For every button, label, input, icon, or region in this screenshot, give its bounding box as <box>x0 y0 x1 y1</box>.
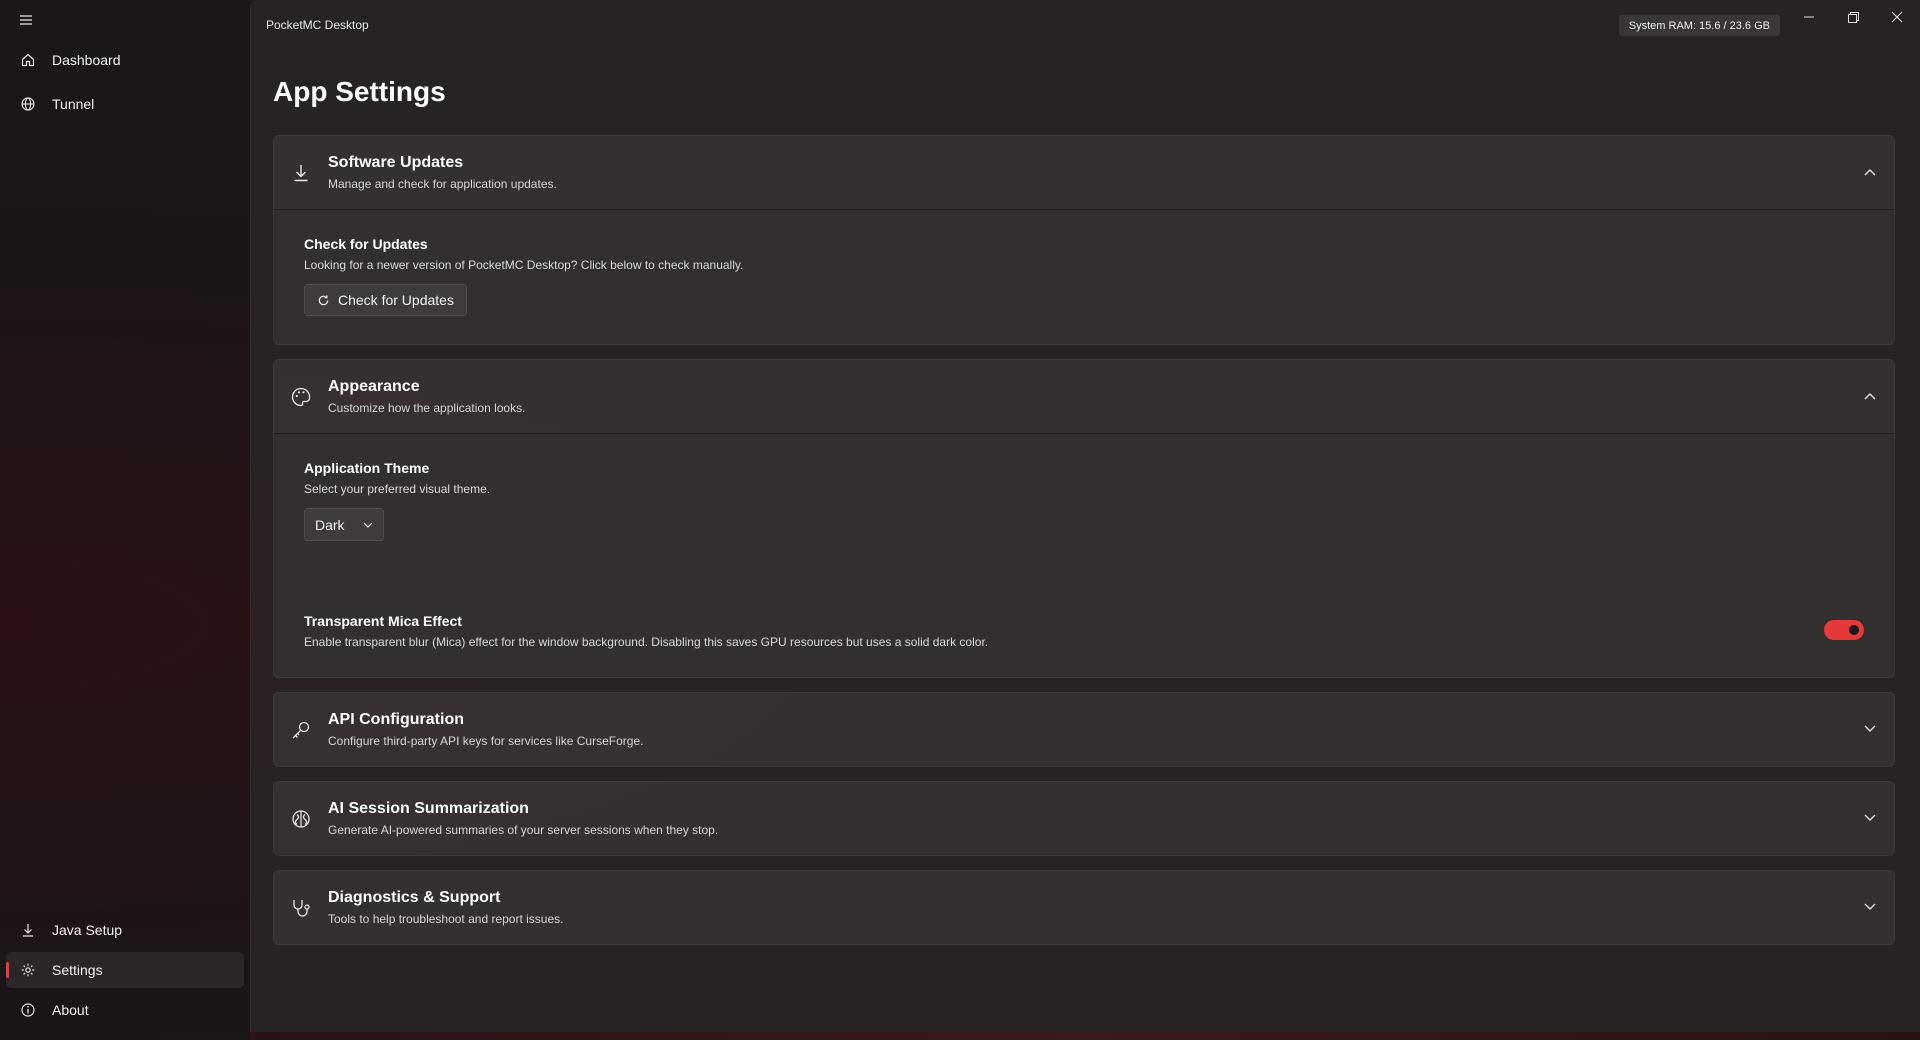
app-title: PocketMC Desktop <box>266 18 369 32</box>
toggle-knob <box>1849 625 1859 635</box>
theme-select[interactable]: Dark <box>304 508 384 541</box>
section-subtitle: Tools to help troubleshoot and report is… <box>328 912 564 926</box>
api-configuration-header[interactable]: API Configuration Configure third-party … <box>274 693 1894 766</box>
mica-setting-row: Transparent Mica Effect Enable transpare… <box>304 613 1864 649</box>
chevron-down-icon[interactable] <box>1860 808 1880 828</box>
section-title: API Configuration <box>328 711 464 728</box>
section-subtitle: Generate AI-powered summaries of your se… <box>328 823 719 837</box>
palette-icon <box>290 386 312 408</box>
chevron-down-icon[interactable] <box>1860 719 1880 739</box>
setting-title: Application Theme <box>304 460 430 476</box>
stethoscope-icon <box>290 897 312 919</box>
sidebar-item-tunnel[interactable]: Tunnel <box>6 86 244 122</box>
appearance-card: Appearance Customize how the application… <box>273 359 1895 678</box>
download-icon <box>18 920 38 940</box>
hamburger-menu-button[interactable] <box>6 2 46 38</box>
chevron-down-icon[interactable] <box>1860 897 1880 917</box>
chevron-down-icon <box>363 522 373 528</box>
mica-toggle[interactable] <box>1824 620 1864 640</box>
gear-icon <box>18 960 38 980</box>
hamburger-icon <box>20 15 32 25</box>
settings-list: Software Updates Manage and check for ap… <box>273 135 1895 959</box>
sidebar-item-settings[interactable]: Settings <box>6 952 244 988</box>
close-button[interactable] <box>1878 4 1916 30</box>
software-updates-header[interactable]: Software Updates Manage and check for ap… <box>274 136 1894 209</box>
appearance-body: Application Theme Select your preferred … <box>274 433 1894 677</box>
sidebar: Dashboard Tunnel Java Setup Settings Abo… <box>0 0 250 1040</box>
minimize-button[interactable] <box>1790 4 1828 30</box>
setting-description: Enable transparent blur (Mica) effect fo… <box>304 635 989 649</box>
sidebar-item-label: Java Setup <box>52 922 123 938</box>
api-configuration-card: API Configuration Configure third-party … <box>273 692 1895 767</box>
chevron-up-icon[interactable] <box>1860 386 1880 406</box>
section-subtitle: Manage and check for application updates… <box>328 177 557 191</box>
diagnostics-header[interactable]: Diagnostics & Support Tools to help trou… <box>274 871 1894 944</box>
section-title: Diagnostics & Support <box>328 889 501 906</box>
appearance-header[interactable]: Appearance Customize how the application… <box>274 360 1894 433</box>
info-icon <box>18 1000 38 1020</box>
software-updates-card: Software Updates Manage and check for ap… <box>273 135 1895 345</box>
section-title: Software Updates <box>328 154 464 171</box>
download-icon <box>290 162 312 184</box>
home-icon <box>18 50 38 70</box>
diagnostics-card: Diagnostics & Support Tools to help trou… <box>273 870 1895 945</box>
sidebar-item-label: Tunnel <box>52 96 95 112</box>
minimize-icon <box>1804 16 1814 18</box>
button-label: Check for Updates <box>338 292 454 308</box>
ram-badge: System RAM: 15.6 / 23.6 GB <box>1618 15 1780 36</box>
setting-description: Looking for a newer version of PocketMC … <box>304 258 744 272</box>
key-icon <box>290 719 312 741</box>
theme-select-value: Dark <box>315 516 345 533</box>
content-area: PocketMC Desktop System RAM: 15.6 / 23.6… <box>250 0 1920 1032</box>
close-icon <box>1891 11 1903 23</box>
sidebar-item-label: Dashboard <box>52 52 121 68</box>
title-bar: PocketMC Desktop System RAM: 15.6 / 23.6… <box>251 0 1920 50</box>
page-title: App Settings <box>273 76 446 107</box>
restore-icon <box>1847 11 1859 23</box>
section-subtitle: Customize how the application looks. <box>328 401 526 415</box>
ai-summarization-card: AI Session Summarization Generate AI-pow… <box>273 781 1895 856</box>
sidebar-item-dashboard[interactable]: Dashboard <box>6 42 244 78</box>
setting-title: Transparent Mica Effect <box>304 613 462 629</box>
ai-summarization-header[interactable]: AI Session Summarization Generate AI-pow… <box>274 782 1894 855</box>
setting-title: Check for Updates <box>304 236 428 252</box>
sidebar-item-label: Settings <box>52 962 103 978</box>
check-for-updates-button[interactable]: Check for Updates <box>304 284 467 316</box>
globe-icon <box>18 94 38 114</box>
sidebar-item-java-setup[interactable]: Java Setup <box>6 912 244 948</box>
sidebar-item-about[interactable]: About <box>6 992 244 1028</box>
brain-icon <box>290 808 312 830</box>
chevron-up-icon[interactable] <box>1860 162 1880 182</box>
section-subtitle: Configure third-party API keys for servi… <box>328 734 644 748</box>
section-title: Appearance <box>328 378 420 395</box>
setting-description: Select your preferred visual theme. <box>304 482 491 496</box>
restore-button[interactable] <box>1834 4 1872 30</box>
section-title: AI Session Summarization <box>328 800 529 817</box>
refresh-icon <box>318 294 329 305</box>
software-updates-body: Check for Updates Looking for a newer ve… <box>274 209 1894 344</box>
window-bottom-edge <box>250 1032 1920 1040</box>
sidebar-item-label: About <box>52 1002 89 1018</box>
